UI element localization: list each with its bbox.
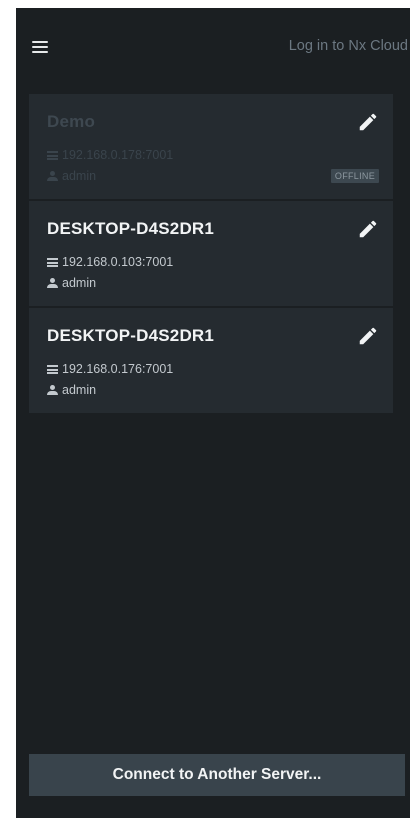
top-bar: Log in to Nx Cloud bbox=[16, 8, 410, 86]
edit-icon[interactable] bbox=[357, 111, 379, 133]
hamburger-menu-icon[interactable] bbox=[30, 38, 52, 56]
server-icon bbox=[47, 258, 58, 267]
server-address: 192.168.0.178:7001 bbox=[62, 148, 174, 162]
login-nx-cloud-link[interactable]: Log in to Nx Cloud bbox=[289, 38, 408, 54]
server-user: admin bbox=[62, 383, 97, 397]
connect-another-server-button[interactable]: Connect to Another Server... bbox=[29, 754, 405, 796]
offline-status-badge: OFFLINE bbox=[330, 169, 379, 183]
server-user: admin bbox=[62, 276, 97, 290]
server-card-desktop-103[interactable]: DESKTOP-D4S2DR1 192.168.0.103:7001 admin bbox=[29, 201, 393, 308]
server-list: Demo 192.168.0.178:7001 admin OFFLINE DE… bbox=[29, 94, 393, 415]
server-name: DESKTOP-D4S2DR1 bbox=[47, 326, 215, 345]
edit-icon[interactable] bbox=[357, 325, 379, 347]
user-icon bbox=[47, 385, 58, 396]
edit-icon[interactable] bbox=[357, 218, 379, 240]
user-icon bbox=[47, 278, 58, 289]
server-icon bbox=[47, 151, 58, 160]
server-address: 192.168.0.103:7001 bbox=[62, 255, 174, 269]
server-name: DESKTOP-D4S2DR1 bbox=[47, 219, 215, 238]
user-icon bbox=[47, 171, 58, 182]
server-user: admin bbox=[62, 169, 97, 183]
server-card-desktop-176[interactable]: DESKTOP-D4S2DR1 192.168.0.176:7001 admin bbox=[29, 308, 393, 415]
server-card-demo[interactable]: Demo 192.168.0.178:7001 admin OFFLINE bbox=[29, 94, 393, 201]
server-icon bbox=[47, 365, 58, 374]
server-name: Demo bbox=[47, 112, 96, 131]
server-address: 192.168.0.176:7001 bbox=[62, 362, 174, 376]
app-screen: Log in to Nx Cloud Demo 192.168.0.178:70… bbox=[16, 8, 410, 818]
